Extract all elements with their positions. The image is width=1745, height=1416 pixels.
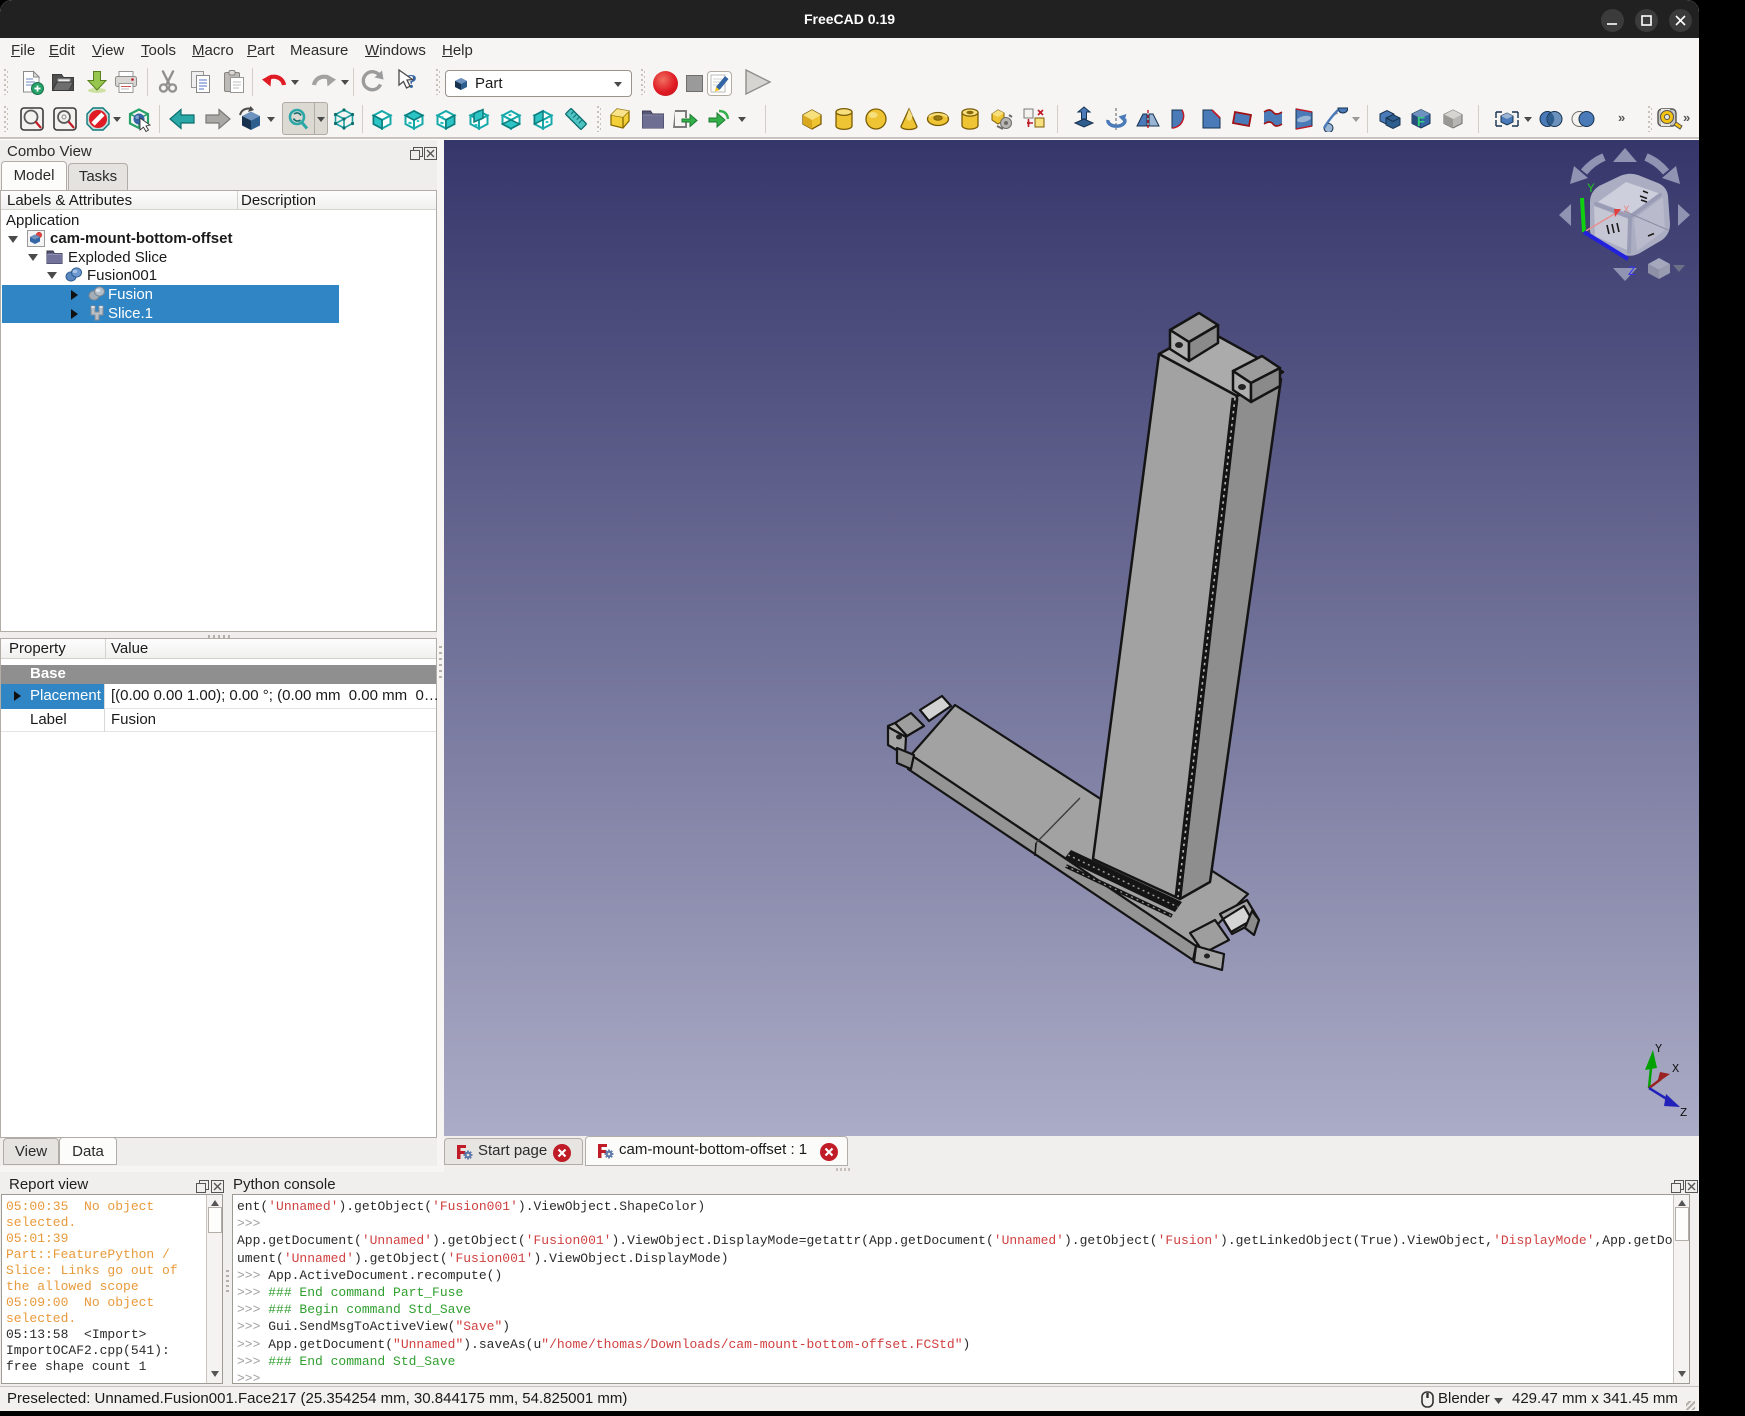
svg-text:X: X (1672, 1062, 1679, 1076)
svg-text:Y: Y (1655, 1042, 1662, 1056)
svg-text:Y: Y (1587, 181, 1595, 196)
svg-text:F: F (1417, 114, 1425, 129)
svg-text:Z: Z (1680, 1106, 1687, 1120)
svg-text:Z: Z (1628, 264, 1636, 279)
